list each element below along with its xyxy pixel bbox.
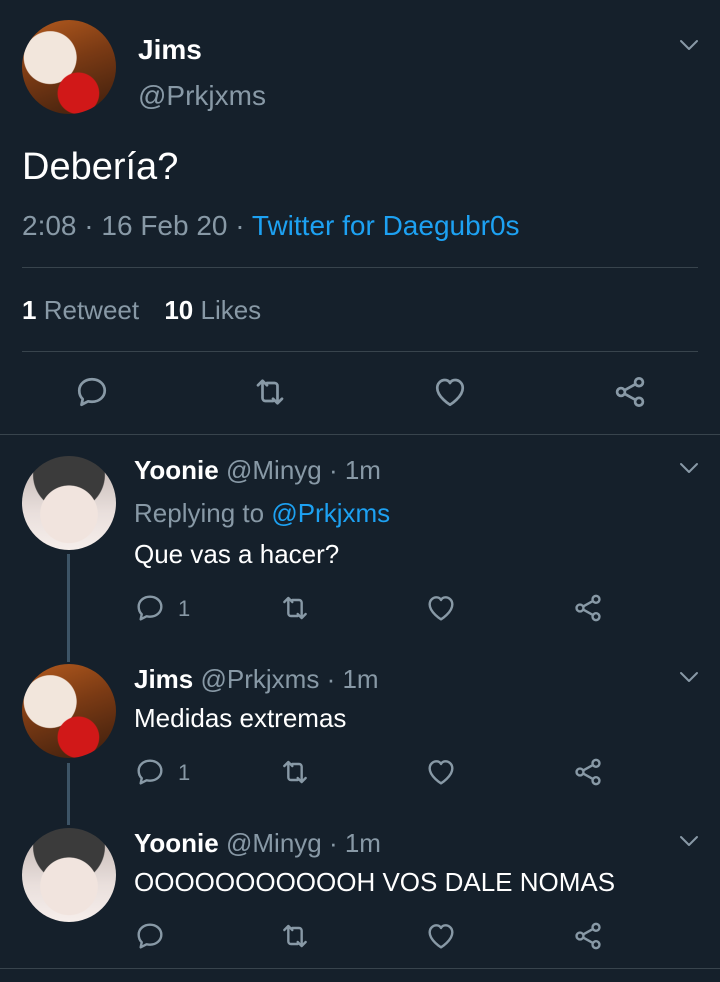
heart-icon[interactable] <box>425 920 457 952</box>
timestamp: · 1m <box>326 664 379 694</box>
like-label: Likes <box>200 295 262 325</box>
reply-header: Yoonie @Minyg · 1m <box>134 828 381 859</box>
reply-icon[interactable] <box>134 920 166 952</box>
replying-to: Replying to @Prkjxms <box>134 498 390 529</box>
avatar[interactable] <box>22 456 116 550</box>
retweet-label: Retweet <box>43 295 140 325</box>
chevron-down-icon[interactable] <box>679 38 699 52</box>
divider <box>22 267 698 268</box>
chevron-down-icon[interactable] <box>679 461 699 475</box>
replying-label: Replying to <box>134 498 265 528</box>
retweet-icon[interactable] <box>279 920 311 952</box>
share-icon[interactable] <box>612 374 648 410</box>
user-handle[interactable]: @Minyg <box>226 828 322 858</box>
retweet-icon[interactable] <box>279 592 311 624</box>
thread-line <box>67 763 70 825</box>
engagement-stats: 1 Retweet 10 Likes <box>22 295 261 326</box>
divider <box>0 968 720 969</box>
like-stat[interactable]: 10 Likes <box>164 295 261 325</box>
retweet-stat[interactable]: 1 Retweet <box>22 295 146 325</box>
retweet-count: 1 <box>22 295 37 325</box>
reply-text: OOOOOOOOOOOH VOS DALE NOMAS <box>134 867 616 897</box>
display-name[interactable]: Yoonie <box>134 828 219 858</box>
heart-icon[interactable] <box>432 374 468 410</box>
chevron-down-icon[interactable] <box>679 670 699 684</box>
share-icon[interactable] <box>572 592 604 624</box>
reply-icon[interactable] <box>74 374 110 410</box>
retweet-icon[interactable] <box>252 374 288 410</box>
reply-count: 1 <box>178 760 191 785</box>
chevron-down-icon[interactable] <box>679 834 699 848</box>
share-icon[interactable] <box>572 920 604 952</box>
share-icon[interactable] <box>572 756 604 788</box>
avatar[interactable] <box>22 20 116 114</box>
reply-count: 1 <box>178 596 191 621</box>
retweet-icon[interactable] <box>279 756 311 788</box>
display-name[interactable]: Jims <box>134 664 193 694</box>
user-handle[interactable]: @Prkjxms <box>201 664 320 694</box>
avatar[interactable] <box>22 664 116 758</box>
separator: · <box>235 210 245 241</box>
tweet-text: Debería? <box>22 146 179 188</box>
tweet-date: 16 Feb 20 <box>101 210 228 241</box>
divider <box>22 351 698 352</box>
avatar[interactable] <box>22 828 116 922</box>
heart-icon[interactable] <box>425 592 457 624</box>
heart-icon[interactable] <box>425 756 457 788</box>
reply-header: Jims @Prkjxms · 1m <box>134 664 379 695</box>
display-name[interactable]: Jims <box>138 34 202 66</box>
user-handle[interactable]: @Prkjxms <box>138 80 266 112</box>
reply-icon[interactable] <box>134 592 166 624</box>
tweet-meta: 2:08 · 16 Feb 20 · Twitter for Daegubr0s <box>22 210 520 242</box>
reply-icon[interactable] <box>134 756 166 788</box>
main-tweet: Jims @Prkjxms Debería? 2:08 · 16 Feb 20 … <box>0 0 720 434</box>
replying-handle-link[interactable]: @Prkjxms <box>271 498 390 528</box>
user-handle[interactable]: @Minyg <box>226 455 322 485</box>
thread-line <box>67 554 70 662</box>
like-count: 10 <box>164 295 194 325</box>
tweet-time: 2:08 <box>22 210 77 241</box>
reply-header: Yoonie @Minyg · 1m <box>134 455 381 486</box>
separator: · <box>84 210 94 241</box>
reply-text: Medidas extremas <box>134 703 347 733</box>
timestamp: · 1m <box>328 828 381 858</box>
timestamp: · 1m <box>328 455 381 485</box>
tweet-source-link[interactable]: Twitter for Daegubr0s <box>252 210 520 241</box>
reply-text: Que vas a hacer? <box>134 539 340 569</box>
display-name[interactable]: Yoonie <box>134 455 219 485</box>
divider <box>0 434 720 435</box>
